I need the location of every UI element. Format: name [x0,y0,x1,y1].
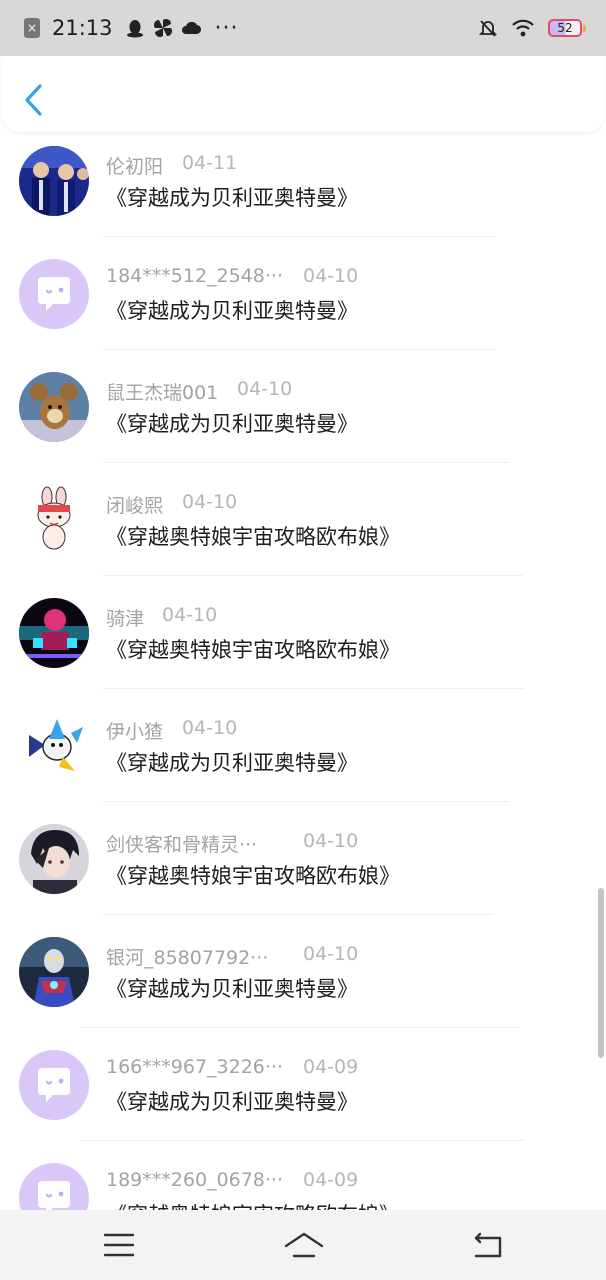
top-header [2,56,604,132]
username[interactable]: 银河_85807792··· [106,943,268,970]
status-time: 21:13 [52,16,113,40]
status-left: × 21:13 ··· [24,16,239,41]
comment-date: 04-09 [303,1056,359,1078]
comment-date: 04-10 [182,491,238,513]
divider [103,462,509,463]
username[interactable]: 伊小猹 [106,717,163,744]
avatar[interactable] [19,1050,89,1120]
username[interactable]: 闭峻熙 [106,491,163,518]
comment-date: 04-10 [182,717,238,739]
divider [103,349,496,350]
book-title[interactable]: 《穿越成为贝利亚奥特曼》 [106,973,358,1003]
book-title[interactable]: 《穿越奥特娘宇宙攻略欧布娘》 [106,521,400,551]
cloud-icon [181,21,201,35]
avatar[interactable] [19,1163,89,1210]
book-title[interactable]: 《穿越奥特娘宇宙攻略欧布娘》 [106,860,400,890]
username[interactable]: 伦初阳 [106,152,163,179]
list-item[interactable]: 189***260_0678··· 04-09 《穿越奥特娘宇宙攻略欧布娘》 [0,1149,606,1210]
comment-date: 04-10 [303,943,359,965]
list-item[interactable]: 剑侠客和骨精灵··· 04-10 《穿越奥特娘宇宙攻略欧布娘》 [0,810,606,923]
home-icon[interactable] [282,1228,326,1262]
comment-list[interactable]: 伦初阳 04-11 《穿越成为贝利亚奥特曼》 184***512_2548···… [0,132,606,1210]
avatar[interactable] [19,485,89,555]
list-item[interactable]: 伦初阳 04-11 《穿越成为贝利亚奥特曼》 [0,132,606,245]
list-item[interactable]: 伊小猹 04-10 《穿越成为贝利亚奥特曼》 [0,697,606,810]
username[interactable]: 184***512_2548··· [106,265,283,287]
comment-date: 04-09 [303,1169,359,1191]
list-item[interactable]: 闭峻熙 04-10 《穿越奥特娘宇宙攻略欧布娘》 [0,471,606,584]
battery-icon: 52 [548,19,586,37]
divider [103,688,524,689]
list-item[interactable]: 鼠王杰瑞001 04-10 《穿越成为贝利亚奥特曼》 [0,358,606,471]
avatar[interactable] [19,259,89,329]
menu-icon[interactable] [99,1228,139,1262]
comment-date: 04-10 [303,830,359,852]
screen: × 21:13 ··· 52 伦初阳 04-11 《穿越成为贝利亚奥特曼》 18… [0,0,606,1280]
book-title[interactable]: 《穿越奥特娘宇宙攻略欧布娘》 [106,634,400,664]
book-title[interactable]: 《穿越成为贝利亚奥特曼》 [106,747,358,777]
comment-date: 04-10 [303,265,359,287]
chevron-left-icon[interactable] [20,82,48,118]
book-title[interactable]: 《穿越奥特娘宇宙攻略欧布娘》 [106,1199,400,1210]
bell-off-icon [478,20,498,37]
avatar[interactable] [19,824,89,894]
divider [103,236,495,237]
divider [80,1140,525,1141]
avatar[interactable] [19,372,89,442]
book-title[interactable]: 《穿越成为贝利亚奥特曼》 [106,295,358,325]
book-title[interactable]: 《穿越成为贝利亚奥特曼》 [106,182,358,212]
qq-penguin-icon [126,20,143,38]
divider [103,801,509,802]
status-right: 52 [478,18,586,38]
username[interactable]: 剑侠客和骨精灵··· [106,830,257,857]
comment-date: 04-11 [182,152,238,174]
book-title[interactable]: 《穿越成为贝利亚奥特曼》 [106,1086,358,1116]
comment-date: 04-10 [162,604,218,626]
avatar[interactable] [19,598,89,668]
divider [80,1027,520,1028]
avatar[interactable] [19,711,89,781]
pinwheel-icon [153,18,172,37]
avatar[interactable] [19,937,89,1007]
scrollbar-thumb[interactable] [598,888,604,1058]
username[interactable]: 166***967_3226··· [106,1056,283,1078]
list-item[interactable]: 184***512_2548··· 04-10 《穿越成为贝利亚奥特曼》 [0,245,606,358]
list-item[interactable]: 骑津 04-10 《穿越奥特娘宇宙攻略欧布娘》 [0,584,606,697]
username[interactable]: 189***260_0678··· [106,1169,283,1191]
username[interactable]: 鼠王杰瑞001 [106,378,218,405]
system-nav-bar [0,1210,606,1280]
username[interactable]: 骑津 [106,604,144,631]
back-icon[interactable] [468,1228,508,1262]
list-item[interactable]: 166***967_3226··· 04-09 《穿越成为贝利亚奥特曼》 [0,1036,606,1149]
avatar[interactable] [19,146,89,216]
divider [103,914,493,915]
list-item[interactable]: 银河_85807792··· 04-10 《穿越成为贝利亚奥特曼》 [0,923,606,1036]
comment-date: 04-10 [237,378,293,400]
book-title[interactable]: 《穿越成为贝利亚奥特曼》 [106,408,358,438]
close-box-icon: × [24,18,40,38]
wifi-icon [512,19,534,37]
divider [103,575,523,576]
status-more: ··· [214,15,239,41]
status-bar: × 21:13 ··· 52 [0,0,606,56]
